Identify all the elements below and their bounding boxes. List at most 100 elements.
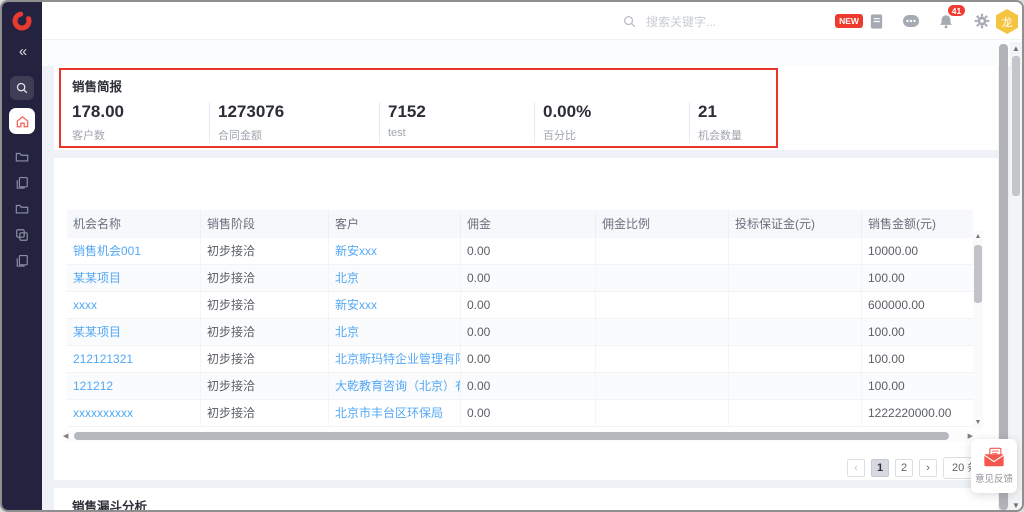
opportunity-link[interactable]: xxxx — [67, 292, 200, 318]
book-icon — [868, 13, 885, 30]
gear-icon — [974, 13, 990, 29]
table-cell — [728, 292, 861, 318]
table-vertical-scrollbar[interactable]: ▲ ▼ — [973, 231, 983, 429]
notification-count-badge: 41 — [947, 4, 966, 17]
table-cell: 600000.00 — [861, 292, 973, 318]
table-cell: 初步接洽 — [200, 319, 328, 345]
customer-link[interactable]: 北京 — [328, 319, 460, 345]
table-cell: 1222220000.00 — [861, 400, 973, 426]
table-cell — [728, 238, 861, 264]
stat-label: test — [388, 127, 534, 139]
scroll-up-arrow[interactable]: ▲ — [973, 233, 983, 241]
stat-label: 机会数量 — [698, 127, 789, 143]
sidebar: « — [2, 2, 42, 512]
table-cell: 0.00 — [460, 373, 595, 399]
table-row: 某某项目初步接洽北京0.00 100.00 — [67, 319, 973, 346]
customer-link[interactable]: 北京 — [328, 265, 460, 291]
pagination-prev-button[interactable]: ‹ — [847, 459, 865, 477]
pagination-pages: 12 — [871, 459, 913, 477]
home-icon — [15, 114, 30, 129]
notebook-button[interactable] — [868, 13, 885, 30]
table-cell: 10000.00 — [861, 238, 973, 264]
stat-label: 客户数 — [72, 127, 209, 143]
global-search-input[interactable]: 搜索关键字... — [622, 2, 716, 40]
table-horizontal-scrollbar[interactable]: ◀ ▶ — [62, 431, 974, 442]
chat-icon — [902, 14, 920, 29]
scrollbar-thumb[interactable] — [1012, 56, 1020, 196]
table-row: 某某项目初步接洽北京0.00100.00 — [67, 265, 973, 292]
table-cell — [595, 238, 728, 264]
pagination-page-1[interactable]: 1 — [871, 459, 889, 477]
column-header: 客户 — [328, 210, 460, 238]
pagination-next-button[interactable]: › — [919, 459, 937, 477]
sidebar-item-module-2[interactable] — [15, 176, 29, 190]
stat-value: 178.00 — [72, 102, 209, 122]
stat-value: 0.00% — [543, 102, 689, 122]
settings-button[interactable] — [974, 13, 990, 29]
sidebar-item-home-active[interactable] — [9, 108, 35, 134]
table-header-row: 机会名称销售阶段客户佣金佣金比例投标保证金(元)销售金额(元) — [67, 210, 973, 238]
sidebar-item-search[interactable] — [10, 76, 34, 100]
tab-bar — [42, 40, 1024, 66]
new-badge: NEW — [835, 14, 863, 28]
sidebar-item-module-5[interactable] — [15, 254, 29, 268]
stat-value: 21 — [698, 102, 789, 122]
scrollbar-thumb[interactable] — [74, 432, 949, 440]
table-row: 销售机会001初步接洽新安xxx0.0010000.00 — [67, 238, 973, 265]
stat-block: 7152 test — [379, 102, 534, 143]
table-cell: 初步接洽 — [200, 346, 328, 372]
opportunity-link[interactable]: xxxxxxxxxx — [67, 400, 200, 426]
sales-brief-stats: 178.00客户数1273076合同金额7152test0.00%百分比21机会… — [72, 102, 789, 143]
scroll-up-arrow[interactable]: ▲ — [1010, 44, 1022, 53]
table-row: xxxxxxxxxx初步接洽北京市丰台区环保局0.001222220000.00 — [67, 400, 973, 427]
opportunity-link[interactable]: 212121321 — [67, 346, 200, 372]
opportunity-link[interactable]: 121212 — [67, 373, 200, 399]
folder-icon — [15, 202, 29, 216]
sales-brief-title: 销售简报 — [72, 76, 122, 95]
scroll-down-arrow[interactable]: ▼ — [1010, 501, 1022, 510]
opportunity-link[interactable]: 某某项目 — [67, 319, 200, 345]
sidebar-item-module-1[interactable] — [15, 150, 29, 164]
sales-funnel-card: 销售漏斗分析 — [54, 488, 998, 512]
search-icon — [622, 14, 637, 29]
scroll-down-arrow[interactable]: ▼ — [973, 419, 983, 427]
column-header: 投标保证金(元) — [728, 210, 861, 238]
feedback-widget-button[interactable]: 意见反馈 — [971, 439, 1017, 493]
scrollbar-thumb[interactable] — [974, 245, 982, 303]
sidebar-item-module-4[interactable] — [15, 228, 29, 242]
table-cell: 100.00 — [861, 346, 973, 372]
customer-link[interactable]: 北京市丰台区环保局 — [328, 400, 460, 426]
opportunity-link[interactable]: 销售机会001 — [67, 238, 200, 264]
table-body: 销售机会001初步接洽新安xxx0.0010000.00某某项目初步接洽北京0.… — [67, 238, 973, 427]
table-cell — [595, 265, 728, 291]
table-cell: 100.00 — [861, 265, 973, 291]
column-header: 佣金比例 — [595, 210, 728, 238]
table-cell: 100.00 — [861, 373, 973, 399]
pagination-page-2[interactable]: 2 — [895, 459, 913, 477]
scroll-left-arrow[interactable]: ◀ — [63, 432, 68, 441]
sidebar-item-module-3[interactable] — [15, 202, 29, 216]
opportunity-link[interactable]: 某某项目 — [67, 265, 200, 291]
column-header: 佣金 — [460, 210, 595, 238]
table-cell: 0.00 — [460, 265, 595, 291]
stat-value: 7152 — [388, 102, 534, 122]
customer-link[interactable]: 新安xxx — [328, 238, 460, 264]
table-cell: 初步接洽 — [200, 373, 328, 399]
table-cell: 0.00 — [460, 319, 595, 345]
app-window: « — [0, 0, 1024, 512]
logo-c-icon — [11, 10, 33, 32]
stat-label: 百分比 — [543, 127, 689, 143]
customer-link[interactable]: 大乾教育咨询（北京）有限... — [328, 373, 460, 399]
table-cell — [728, 400, 861, 426]
messages-button[interactable] — [902, 14, 920, 29]
table-row: 212121321初步接洽北京斯玛特企业管理有限公...0.00100.00 — [67, 346, 973, 373]
table-cell: 初步接洽 — [200, 238, 328, 264]
stat-label: 合同金额 — [218, 127, 379, 143]
table-cell: 初步接洽 — [200, 292, 328, 318]
customer-link[interactable]: 北京斯玛特企业管理有限公... — [328, 346, 460, 372]
table-cell: 100.00 — [861, 319, 973, 345]
customer-link[interactable]: 新安xxx — [328, 292, 460, 318]
column-header: 机会名称 — [67, 210, 200, 238]
table-row: xxxx初步接洽新安xxx0.00600000.00 — [67, 292, 973, 319]
sidebar-collapse-button[interactable]: « — [2, 44, 42, 60]
